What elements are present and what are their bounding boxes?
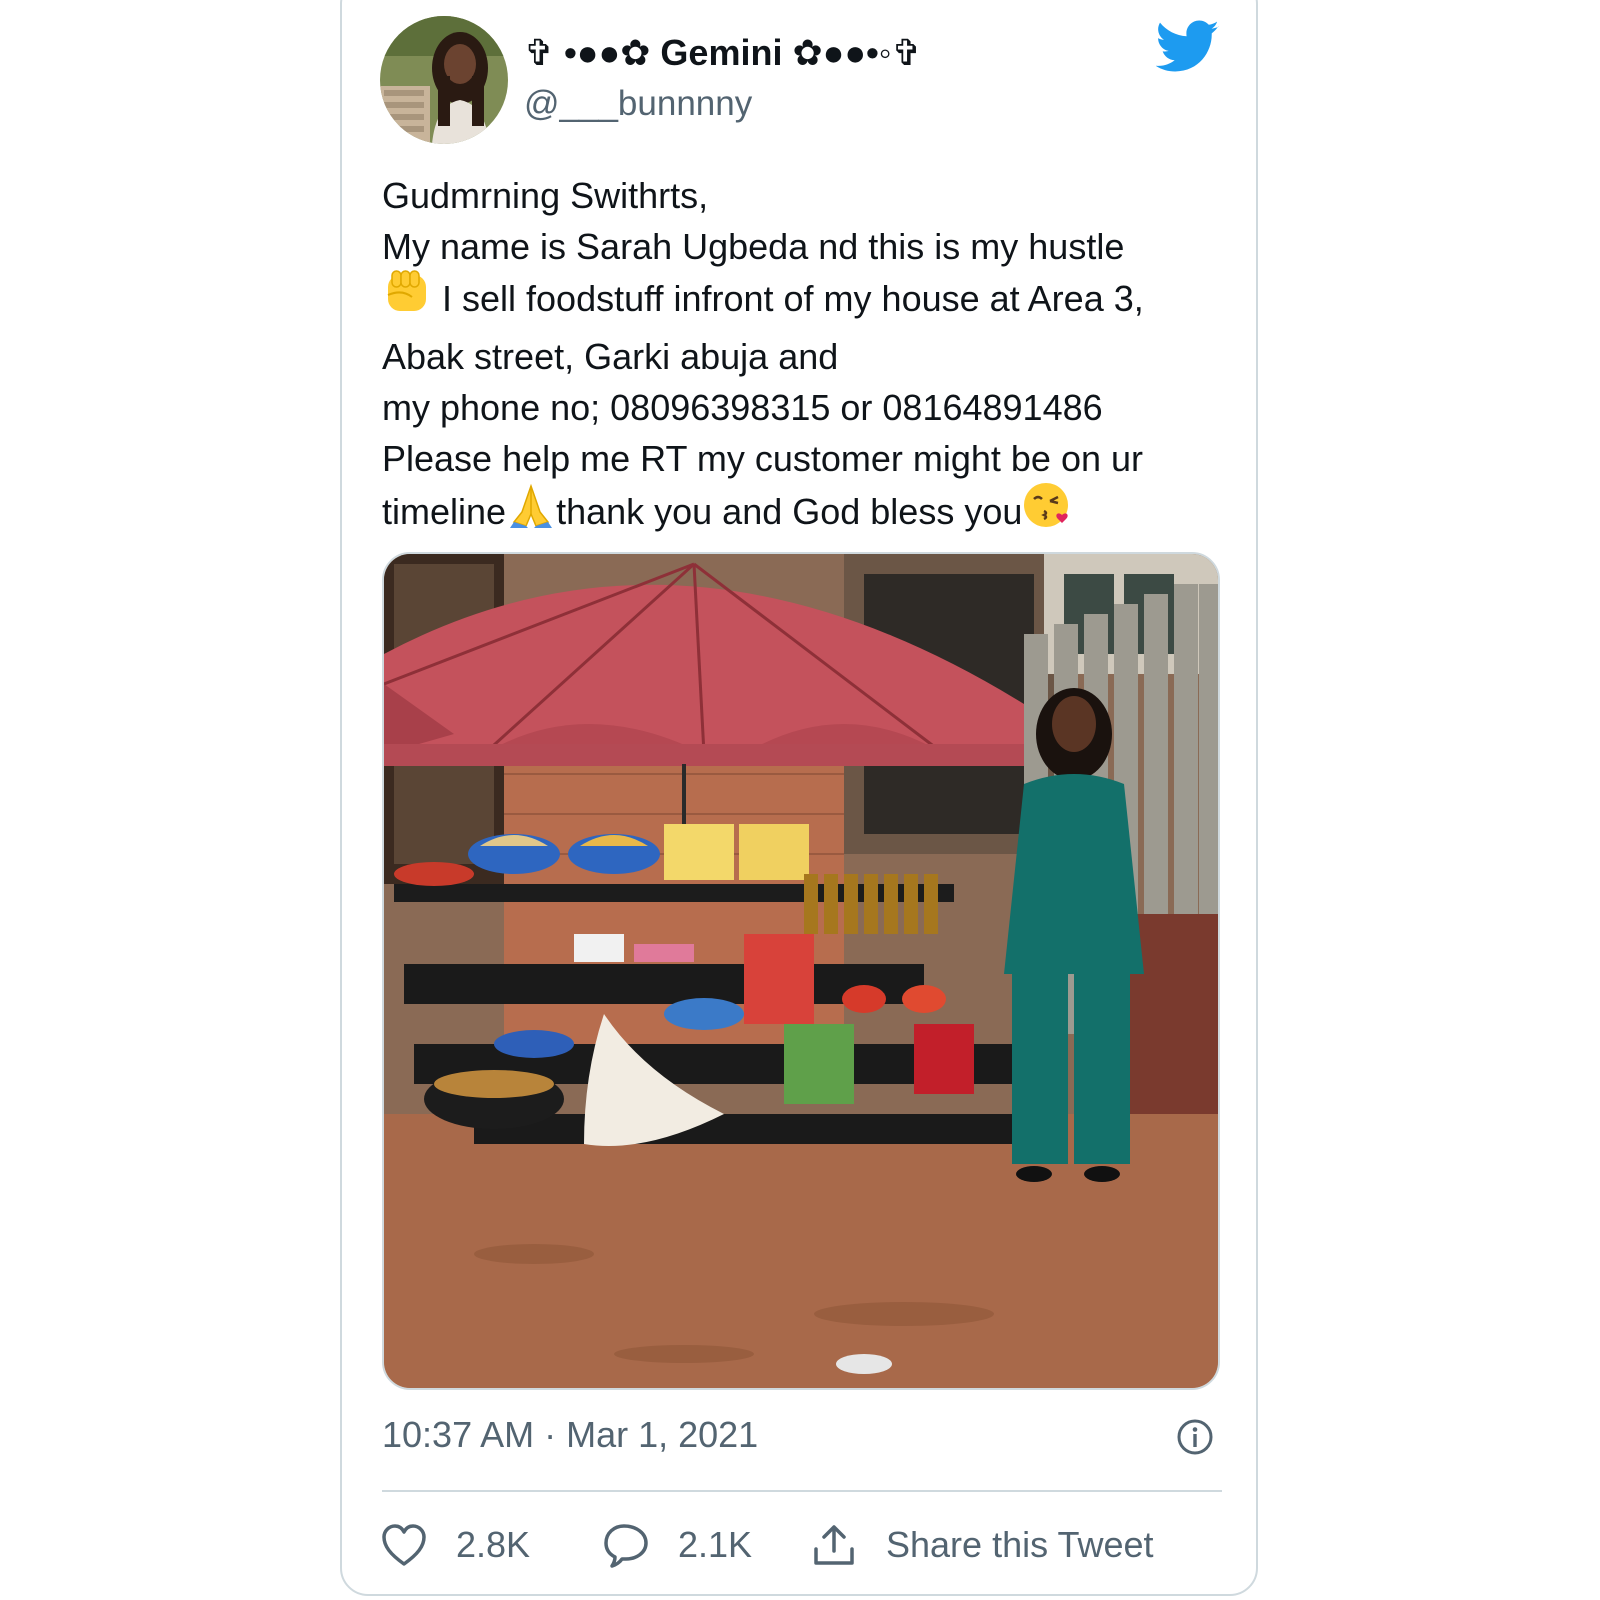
like-button[interactable]: 2.8K	[380, 1520, 530, 1570]
tweet-line: Please help me RT my customer might be o…	[382, 438, 1144, 479]
author-display-name[interactable]: ✞ •●●✿ Gemini ✿●●•◦✞	[524, 32, 922, 74]
like-count: 2.8K	[456, 1524, 531, 1565]
tweet-line: Abak street, Garki abuja and	[382, 336, 839, 377]
avatar[interactable]	[380, 16, 508, 144]
tweet-line: timeline thank you and God bless you	[382, 481, 1242, 545]
reply-button[interactable]: 2.1K	[602, 1520, 752, 1570]
share-upload-icon	[814, 1525, 854, 1565]
reply-count: 2.1K	[678, 1524, 753, 1565]
tweet-line: My name is Sarah Ugbeda nd this is my hu…	[382, 226, 1125, 267]
author-handle[interactable]: @___bunnnny	[524, 84, 752, 124]
share-button[interactable]: Share this Tweet	[810, 1520, 1154, 1570]
heart-icon	[382, 1524, 426, 1566]
tweet-line-text: I sell foodstuff infront of my house at …	[432, 278, 1144, 320]
tweet-line-text: thank you and God bless you	[556, 491, 1023, 533]
share-label: Share this Tweet	[886, 1524, 1154, 1565]
tweet-line: my phone no; 08096398315 or 08164891486	[382, 387, 1103, 428]
tweet-line-text: timeline	[382, 491, 507, 533]
tweet-timestamp[interactable]: 10:37 AM · Mar 1, 2021	[382, 1414, 758, 1456]
tweet-photo[interactable]	[382, 552, 1220, 1390]
tweet-line: Gudmrning Swithrts,	[382, 175, 709, 216]
speech-bubble-icon	[604, 1524, 648, 1568]
face-blowing-kiss-emoji	[1022, 481, 1072, 542]
raised-fist-emoji	[382, 269, 432, 328]
twitter-bird-icon[interactable]	[1155, 20, 1220, 76]
tweet-line: I sell foodstuff infront of my house at …	[382, 269, 1242, 331]
tweet-text: Gudmrning Swithrts, My name is Sarah Ugb…	[382, 170, 1242, 545]
info-icon[interactable]	[1176, 1418, 1214, 1456]
folded-hands-emoji	[506, 482, 556, 541]
divider	[382, 1490, 1222, 1492]
